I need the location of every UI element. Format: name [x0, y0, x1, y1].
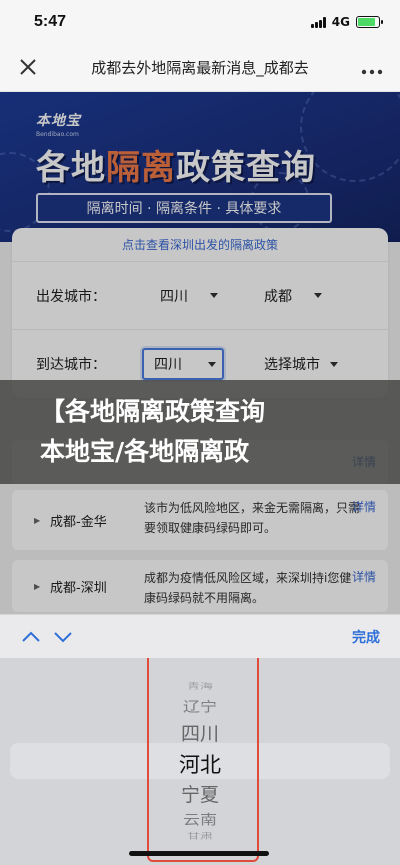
- result-item: ▶ 成都-深圳 成都为疫情低风险区域，来深圳持i您健康码绿码就不用隔离。 详情: [12, 560, 388, 612]
- home-indicator: [129, 851, 269, 856]
- headline-line-1: 【各地隔离政策查询: [40, 397, 266, 426]
- query-card: 点击查看深圳出发的隔离政策 出发城市： 四川 成都 到达城市： 四川 选择城市: [12, 228, 388, 398]
- arrival-label: 到达城市：: [36, 357, 106, 373]
- banner-title: 各地隔离政策查询: [36, 148, 316, 188]
- arrival-province-select[interactable]: 四川: [142, 348, 224, 380]
- nav-bar: 成都去外地隔离最新消息_成都去: [0, 44, 400, 92]
- shenzhen-policy-link[interactable]: 点击查看深圳出发的隔离政策: [12, 228, 388, 262]
- caret-down-icon: [208, 361, 216, 367]
- status-bar: 5:47 4G: [0, 0, 400, 44]
- detail-link[interactable]: 详情: [352, 498, 388, 515]
- caret-right-icon: ▶: [34, 581, 41, 591]
- status-indicators: 4G: [310, 15, 383, 29]
- headline-band: 【各地隔离政策查询 本地宝/各地隔离政: [0, 380, 400, 484]
- result-item: ▶ 成都-金华 该市为低风险地区，来金无需隔离，只需要领取健康码绿码即可。 详情: [12, 490, 388, 550]
- close-icon[interactable]: [0, 44, 56, 92]
- departure-row: 出发城市： 四川 成都: [12, 262, 388, 330]
- banner-subtitle: 隔离时间 · 隔离条件 · 具体要求: [36, 193, 332, 223]
- status-time: 5:47: [34, 13, 67, 30]
- signal-icon: [310, 16, 326, 28]
- result-text: 该市为低风险地区，来金无需隔离，只需要领取健康码绿码即可。: [144, 501, 361, 535]
- province-picker[interactable]: 青海 辽宁 四川 河北 宁夏 云南 甘肃: [0, 658, 400, 865]
- caret-down-icon: [314, 293, 322, 298]
- page-title: 成都去外地隔离最新消息_成都去: [91, 59, 309, 77]
- result-text: 成都为疫情低风险区域，来深圳持i您健康码绿码就不用隔离。: [144, 571, 352, 605]
- bendibao-logo: 本地宝 Bendibao.com: [36, 113, 81, 138]
- arrival-city-select[interactable]: 选择城市: [264, 348, 338, 380]
- result-route: 成都-金华: [50, 514, 107, 530]
- policy-banner: 本地宝 Bendibao.com 各地隔离政策查询 隔离时间 · 隔离条件 · …: [0, 92, 400, 242]
- departure-province-select[interactable]: 四川: [160, 280, 218, 312]
- picker-red-highlight: [147, 658, 259, 862]
- detail-link[interactable]: 详情: [352, 568, 388, 585]
- headline-line-2: 本地宝/各地隔离政: [40, 437, 250, 466]
- network-type: 4G: [331, 15, 350, 29]
- caret-down-icon: [330, 361, 338, 367]
- picker-toolbar: 完成: [0, 614, 400, 658]
- caret-down-icon: [210, 293, 218, 298]
- departure-label: 出发城市：: [36, 288, 106, 305]
- result-route: 成都-深圳: [50, 580, 107, 596]
- chevron-down-icon[interactable]: [52, 626, 74, 648]
- chevron-up-icon[interactable]: [20, 626, 42, 648]
- departure-city-select[interactable]: 成都: [264, 280, 322, 312]
- battery-icon: [356, 16, 383, 28]
- caret-right-icon: ▶: [34, 515, 41, 525]
- done-button[interactable]: 完成: [352, 627, 380, 647]
- more-dots-icon[interactable]: [344, 56, 400, 80]
